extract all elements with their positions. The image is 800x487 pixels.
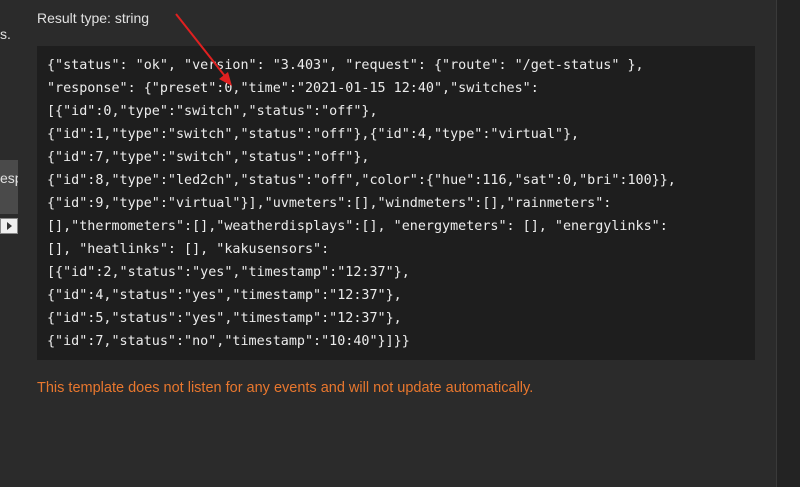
- left-panel-text-fragment: s.: [0, 26, 11, 42]
- code-line: {"id":5,"status":"yes","timestamp":"12:3…: [47, 311, 402, 326]
- no-events-notice: This template does not listen for any ev…: [37, 380, 534, 396]
- left-panel-gray-block: [0, 160, 18, 214]
- code-line: {"id":7,"status":"no","timestamp":"10:40…: [47, 334, 410, 349]
- left-panel-edge: [0, 0, 14, 487]
- result-output: {"status": "ok", "version": "3.403", "re…: [37, 46, 755, 360]
- left-panel-gray-text-fragment: esp: [0, 170, 18, 186]
- code-line: {"id":7,"type":"switch","status":"off"},: [47, 150, 370, 165]
- code-line: [{"id":2,"status":"yes","timestamp":"12:…: [47, 265, 410, 280]
- code-line: [{"id":0,"type":"switch","status":"off"}…: [47, 104, 378, 119]
- code-line: {"status": "ok", "version": "3.403", "re…: [47, 58, 644, 73]
- result-type-label: Result type: string: [37, 10, 150, 26]
- right-scrollbar[interactable]: [776, 0, 800, 487]
- code-line: [], "heatlinks": [], "kakusensors":: [47, 242, 330, 257]
- code-line: {"id":8,"type":"led2ch","status":"off","…: [47, 173, 676, 188]
- caret-right-icon: [6, 222, 12, 230]
- code-line: {"id":1,"type":"switch","status":"off"},…: [47, 127, 580, 142]
- code-line: {"id":9,"type":"virtual"}],"uvmeters":[]…: [47, 196, 612, 211]
- left-panel-expand-button[interactable]: [0, 218, 18, 234]
- code-line: {"id":4,"status":"yes","timestamp":"12:3…: [47, 288, 402, 303]
- code-line: [],"thermometers":[],"weatherdisplays":[…: [47, 219, 668, 234]
- code-line: "response": {"preset":0,"time":"2021-01-…: [47, 81, 539, 96]
